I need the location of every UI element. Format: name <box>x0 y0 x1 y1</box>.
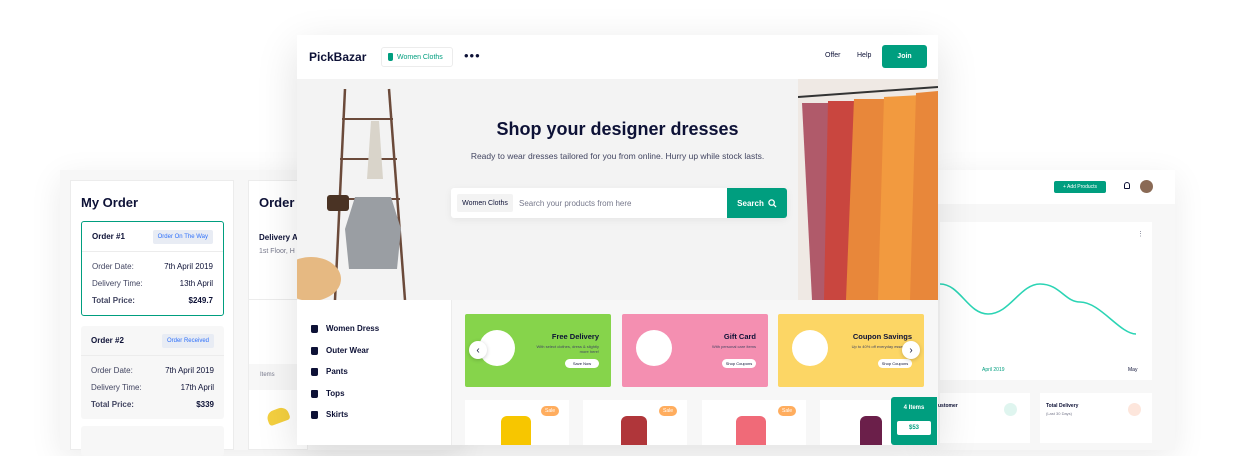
dress-icon <box>311 324 318 333</box>
order-date-value: 7th April 2019 <box>164 262 213 271</box>
sidebar-item-skirts[interactable]: Skirts <box>311 410 348 419</box>
product-card[interactable]: Sale <box>465 400 569 445</box>
sidebar-item-label: Pants <box>326 367 348 376</box>
sale-badge: Sale <box>778 406 796 416</box>
order-card[interactable]: Order #2 Order Received Order Date: 7th A… <box>81 326 224 419</box>
gift-icon <box>636 330 672 366</box>
chevron-right-icon[interactable]: › <box>902 341 920 359</box>
stat-customer-label: ustomer <box>938 403 958 409</box>
yellow-top-image <box>501 416 531 445</box>
sidebar-item-label: Women Dress <box>326 324 380 333</box>
sidebar-item-women-dress[interactable]: Women Dress <box>311 324 379 333</box>
order-card[interactable]: Order #1 Order On The Way Order Date: 7th… <box>81 221 224 316</box>
my-order-list: My Order Order #1 Order On The Way Order… <box>70 180 234 456</box>
sidebar-item-label: Skirts <box>326 410 349 419</box>
more-horizontal-icon[interactable]: ••• <box>464 48 481 63</box>
shirt-icon <box>311 389 318 398</box>
search-bar: Women Cloths Search <box>451 188 787 218</box>
dress-icon <box>388 53 393 61</box>
banner-title: Free Delivery <box>551 332 599 341</box>
skirt-icon <box>311 410 318 419</box>
delivery-address-title: Delivery A <box>259 233 298 242</box>
join-button[interactable]: Join <box>882 45 927 68</box>
total-price-value: $249.7 <box>188 296 213 305</box>
category-selector-label: Women Cloths <box>397 53 443 61</box>
chart-month-start: April 2019 <box>982 367 1005 373</box>
search-input[interactable] <box>517 192 717 214</box>
clothes-ladder-image <box>297 88 407 300</box>
search-button[interactable]: Search <box>727 188 787 218</box>
category-selector[interactable]: Women Cloths <box>381 47 453 67</box>
search-button-label: Search <box>737 198 764 208</box>
floral-dress-image <box>621 416 647 445</box>
delivery-icon <box>1128 403 1141 416</box>
order-id: Order #1 <box>92 232 125 241</box>
logo[interactable]: PickBazar <box>309 50 366 64</box>
order-id: Order #2 <box>91 336 124 345</box>
products-area: Free Delivery With select clothes, dress… <box>452 300 938 445</box>
delivery-address: 1st Floor, H <box>259 248 295 255</box>
banner-button[interactable]: Shop Coupons <box>878 359 912 368</box>
delivery-time-value: 17th April <box>180 383 214 392</box>
avatar[interactable] <box>1140 180 1153 193</box>
banner-subtitle: With personal care items <box>711 344 756 349</box>
banana-image <box>265 405 291 427</box>
delivery-time-label: Delivery Time: <box>91 383 142 392</box>
sidebar-item-label: Outer Wear <box>326 346 369 355</box>
stat-total-delivery-sub: (Last 30 Days) <box>1046 411 1073 416</box>
search-category-dropdown[interactable]: Women Cloths <box>457 194 513 212</box>
pink-top-image <box>736 416 766 445</box>
nav-help-link[interactable]: Help <box>857 52 871 59</box>
topbar: PickBazar Women Cloths ••• Offer Help Jo… <box>297 35 938 79</box>
cart-total-price: $53 <box>897 421 931 435</box>
banner-title: Coupon Savings <box>852 332 912 341</box>
chart-month-end: May <box>1128 367 1138 373</box>
banner-button[interactable]: Save Now <box>565 359 599 368</box>
total-price-label: Total Price: <box>92 296 135 305</box>
order-date-value: 7th April 2019 <box>165 366 214 375</box>
product-card[interactable]: Sale <box>702 400 806 445</box>
sidebar-item-outer-wear[interactable]: Outer Wear <box>311 346 369 355</box>
order-date-label: Order Date: <box>92 262 134 271</box>
banner-title: Gift Card <box>723 332 756 341</box>
total-price-label: Total Price: <box>91 400 134 409</box>
hero-banner: Shop your designer dresses Ready to wear… <box>297 79 938 300</box>
customer-icon <box>1004 403 1017 416</box>
search-icon <box>768 198 777 208</box>
sale-badge: Sale <box>541 406 559 416</box>
pants-icon <box>311 367 318 376</box>
sidebar-item-pants[interactable]: Pants <box>311 367 348 376</box>
sidebar-item-label: Tops <box>326 389 345 398</box>
product-card[interactable]: Sale <box>583 400 687 445</box>
banner-button[interactable]: Shop Coupons <box>722 359 756 368</box>
order-card[interactable] <box>81 426 224 456</box>
add-products-button[interactable]: + Add Products <box>1054 181 1106 193</box>
dashboard-topbar <box>930 170 1175 204</box>
floating-cart-button[interactable]: 4 Items $53 <box>891 397 937 445</box>
order-date-label: Order Date: <box>91 366 133 375</box>
delivery-time-value: 13th April <box>179 279 213 288</box>
clothes-rack-image <box>798 79 938 300</box>
total-price-value: $339 <box>196 400 214 409</box>
coat-icon <box>311 346 318 355</box>
banner-subtitle: With select clothes, dress & slightly mo… <box>536 344 599 354</box>
sales-chart-card: ⋮ April 2019 May <box>940 222 1152 380</box>
cart-items-count: 4 Items <box>903 405 925 411</box>
category-sidebar: Women Dress Outer Wear Pants Tops Skirts <box>297 300 452 445</box>
purple-dress-image <box>860 416 882 445</box>
storefront-window: PickBazar Women Cloths ••• Offer Help Jo… <box>297 35 938 445</box>
sidebar-item-tops[interactable]: Tops <box>311 389 345 398</box>
sales-line-chart <box>940 283 1137 335</box>
stat-total-delivery-label: Total Delivery <box>1046 403 1079 409</box>
delivery-time-label: Delivery Time: <box>92 279 143 288</box>
sale-badge: Sale <box>659 406 677 416</box>
coupon-icon <box>792 330 828 366</box>
nav-offer-link[interactable]: Offer <box>825 52 840 59</box>
order-status-badge: Order Received <box>161 333 214 348</box>
my-order-title: My Order <box>81 195 139 210</box>
chevron-left-icon[interactable]: ‹ <box>469 341 487 359</box>
bell-icon[interactable] <box>1124 182 1130 189</box>
promo-banner-gift-card[interactable]: Gift Card With personal care items Shop … <box>622 314 768 387</box>
order-status-badge: Order On The Way <box>152 229 213 244</box>
